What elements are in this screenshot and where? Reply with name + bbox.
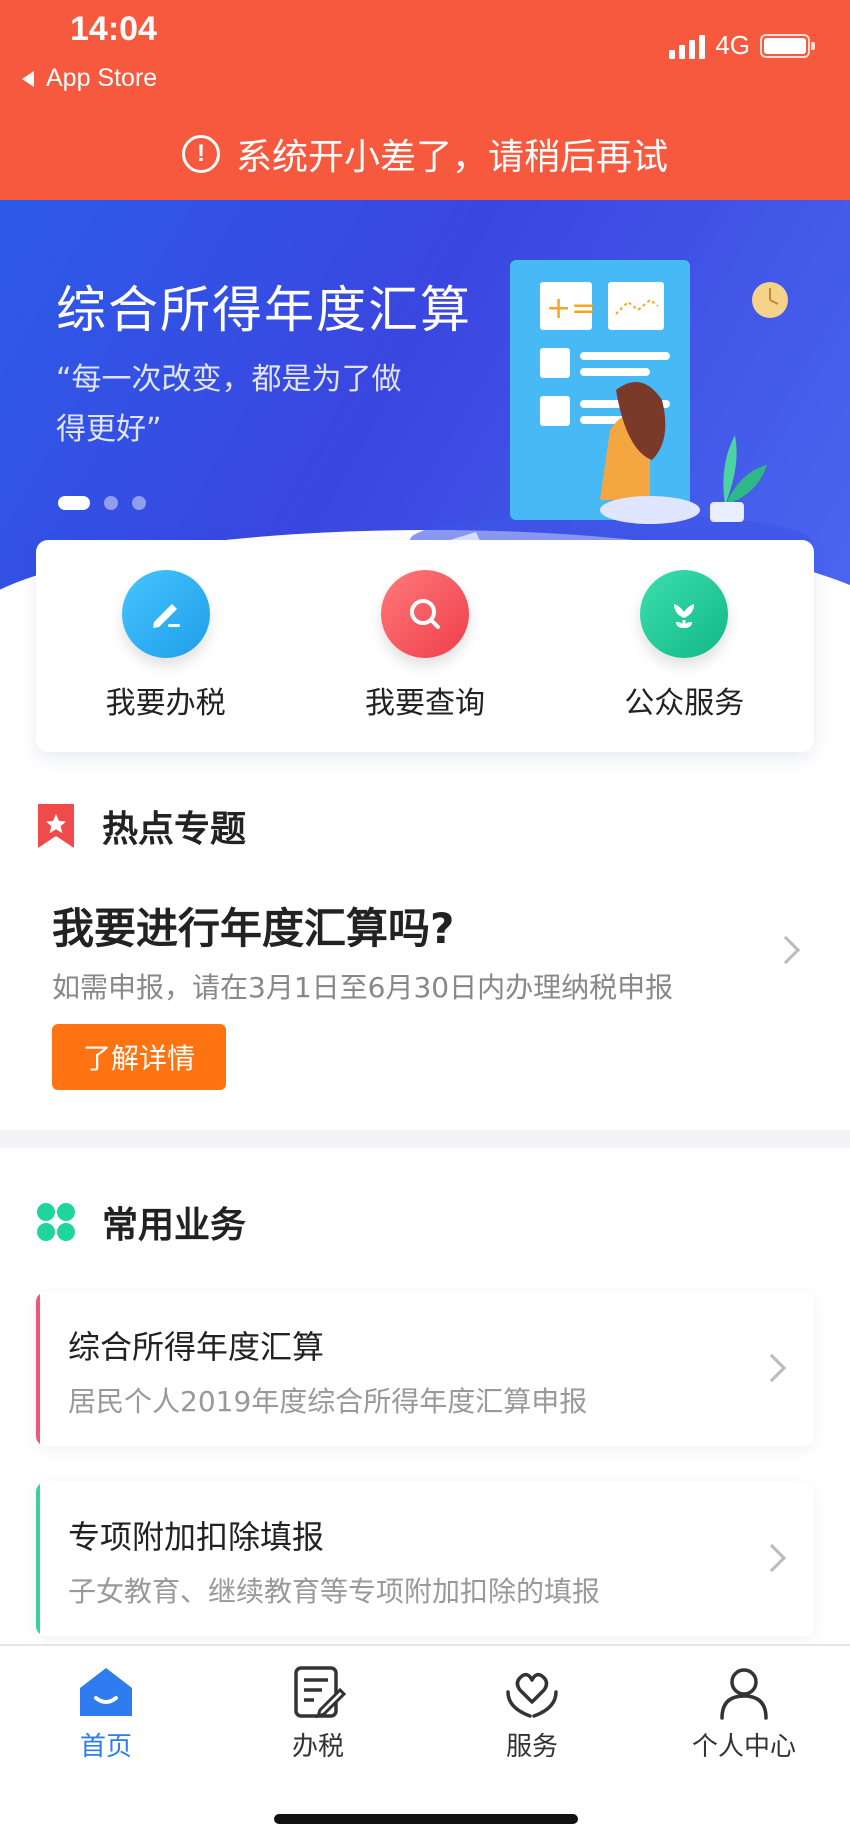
action-public-service-label: 公众服务 <box>624 686 745 721</box>
service-subtitle: 子女教育、继续教育等专项附加扣除的填报 <box>68 1575 601 1608</box>
status-time: 14:04 <box>70 10 157 48</box>
service-subtitle: 居民个人2019年度综合所得年度汇算申报 <box>68 1385 588 1418</box>
network-type: 4G <box>715 30 750 60</box>
home-icon <box>80 1668 132 1716</box>
chevron-right-icon <box>771 935 801 965</box>
error-message: 系统开小差了，请稍后再试 <box>235 137 668 178</box>
hot-topic-subtitle: 如需申报，请在3月1日至6月30日内办理纳税申报 <box>52 971 674 1004</box>
action-file-tax-label: 我要办税 <box>105 686 226 721</box>
pen-edit-icon <box>121 570 210 658</box>
service-title: 专项附加扣除填报 <box>68 1518 325 1556</box>
quick-actions-card: 我要办税 我要查询 公众服务 <box>36 540 814 752</box>
back-to-app-store[interactable]: App Store <box>22 64 157 93</box>
chevron-right-icon <box>757 1543 787 1573</box>
tab-personal-center-label: 个人中心 <box>691 1732 796 1762</box>
action-query[interactable]: 我要查询 <box>325 570 525 722</box>
hot-topics-header: 热点专题 <box>36 800 246 852</box>
tab-tax[interactable]: 办税 <box>238 1662 398 1763</box>
tab-service-label: 服务 <box>505 1732 558 1762</box>
person-icon <box>720 1668 768 1720</box>
hot-topic-title: 我要进行年度汇算吗? <box>52 904 455 953</box>
service-card-special-deduction[interactable]: 专项附加扣除填报 子女教育、继续教育等专项附加扣除的填报 <box>36 1482 814 1636</box>
clover-icon <box>37 1203 75 1241</box>
action-file-tax[interactable]: 我要办税 <box>66 570 266 722</box>
error-message-row: ! 系统开小差了，请稍后再试 <box>0 128 850 180</box>
bottom-tab-bar: 首页 办税 服务 个人中心 <box>0 1644 850 1840</box>
back-app-label: App Store <box>46 64 158 92</box>
action-query-label: 我要查询 <box>364 686 485 721</box>
tab-home[interactable]: 首页 <box>26 1662 186 1763</box>
signal-strength-icon <box>669 33 706 59</box>
service-title: 综合所得年度汇算 <box>68 1328 325 1366</box>
common-services-heading: 常用业务 <box>102 1205 247 1246</box>
bookmark-star-icon <box>38 804 74 848</box>
svg-text:+=: += <box>546 291 596 326</box>
tab-tax-label: 办税 <box>291 1732 344 1762</box>
status-indicators: 4G <box>669 30 815 61</box>
warning-circle-icon: ! <box>181 135 220 173</box>
flower-icon <box>640 570 729 658</box>
battery-icon <box>760 33 815 58</box>
hot-topics-heading: 热点专题 <box>102 809 247 850</box>
chevron-right-icon <box>757 1353 787 1383</box>
common-services-header: 常用业务 <box>36 1196 246 1248</box>
tab-home-label: 首页 <box>79 1732 132 1762</box>
carousel-dot-2[interactable] <box>104 496 118 510</box>
tab-personal-center[interactable]: 个人中心 <box>664 1662 824 1763</box>
document-edit-icon <box>294 1666 347 1719</box>
heart-hands-icon <box>506 1672 558 1718</box>
carousel-dots[interactable] <box>58 496 146 510</box>
carousel-dot-3[interactable] <box>132 496 146 510</box>
learn-more-button[interactable]: 了解详情 <box>52 1024 226 1090</box>
service-card-annual-settlement[interactable]: 综合所得年度汇算 居民个人2019年度综合所得年度汇算申报 <box>36 1292 814 1446</box>
service-accent-bar <box>36 1482 40 1636</box>
section-divider <box>0 1130 850 1148</box>
service-accent-bar <box>36 1292 40 1446</box>
error-banner: 14:04 App Store 4G ! 系统开小差了，请稍后再试 <box>0 0 850 200</box>
search-icon <box>380 570 469 658</box>
carousel-dot-1[interactable] <box>58 496 90 510</box>
hero-quote: “每一次改变，都是为了做得更好” <box>56 362 402 447</box>
action-public-service[interactable]: 公众服务 <box>584 570 784 722</box>
hero-illustration: += <box>410 260 810 560</box>
home-indicator[interactable] <box>274 1814 578 1824</box>
tab-service[interactable]: 服务 <box>452 1662 612 1763</box>
back-triangle-icon <box>22 70 34 87</box>
